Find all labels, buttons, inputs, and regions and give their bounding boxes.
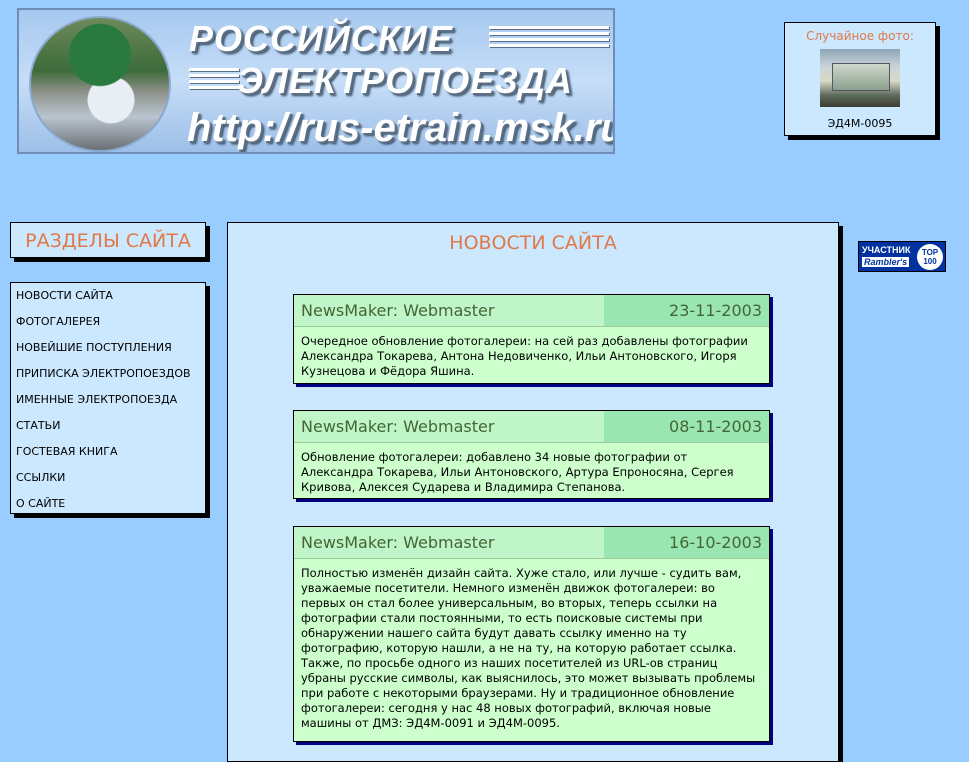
- sidebar-nav: НОВОСТИ САЙТА ФОТОГАЛЕРЕЯ НОВЕЙШИЕ ПОСТУ…: [10, 282, 206, 514]
- random-photo-title: Случайное фото:: [806, 29, 914, 43]
- site-logo-banner[interactable]: РОССИЙСКИЕ ЭЛЕКТРОПОЕЗДА http://rus-etra…: [17, 8, 615, 154]
- news-text: Полностью изменён дизайн сайта. Хуже ста…: [301, 566, 756, 730]
- sidebar-item-latest-additions[interactable]: НОВЕЙШИЕ ПОСТУПЛЕНИЯ: [11, 337, 205, 363]
- sidebar-heading: РАЗДЕЛЫ САЙТА: [10, 222, 206, 258]
- rambler-top100-icon: TOP 100: [917, 244, 943, 270]
- sidebar-item-links[interactable]: ССЫЛКИ: [11, 467, 205, 493]
- rambler-badge-line2: Rambler's: [862, 257, 910, 267]
- random-photo-thumbnail[interactable]: [820, 49, 900, 107]
- logo-title-line2: ЭЛЕКТРОПОЕЗДА: [237, 60, 573, 101]
- rambler-badge-line1: УЧАСТНИК: [862, 245, 911, 255]
- random-photo-box: Случайное фото: ЭД4М-0095: [784, 22, 936, 136]
- news-item: NewsMaker: Webmaster 08-11-2003 Обновлен…: [293, 410, 770, 499]
- news-item: NewsMaker: Webmaster 16-10-2003 Полность…: [293, 526, 770, 742]
- news-header: NewsMaker: Webmaster 08-11-2003: [294, 411, 769, 443]
- random-photo-caption: ЭД4М-0095: [827, 117, 893, 130]
- news-author: NewsMaker: Webmaster: [294, 295, 604, 326]
- rambler-top100-badge[interactable]: УЧАСТНИК Rambler's TOP 100: [858, 241, 946, 272]
- news-author: NewsMaker: Webmaster: [294, 411, 604, 442]
- page-title: НОВОСТИ САЙТА: [449, 232, 617, 254]
- logo-title-line1: РОССИЙСКИЕ: [189, 18, 453, 59]
- news-item: NewsMaker: Webmaster 23-11-2003 Очередно…: [293, 294, 770, 384]
- news-header: NewsMaker: Webmaster 23-11-2003: [294, 295, 769, 327]
- news-date: 23-11-2003: [604, 295, 769, 326]
- logo-stripes-right: [489, 26, 609, 50]
- news-author: NewsMaker: Webmaster: [294, 527, 604, 558]
- sidebar-item-about[interactable]: О САЙТЕ: [11, 493, 205, 519]
- logo-train-photo: [29, 16, 171, 152]
- news-header: NewsMaker: Webmaster 16-10-2003: [294, 527, 769, 559]
- news-text: Обновление фотогалереи: добавлено 34 нов…: [301, 450, 734, 494]
- main-news-panel: НОВОСТИ САЙТА NewsMaker: Webmaster 23-11…: [227, 222, 839, 762]
- news-date: 16-10-2003: [604, 527, 769, 558]
- sidebar-item-articles[interactable]: СТАТЬИ: [11, 415, 205, 441]
- sidebar-item-depot-assignment[interactable]: ПРИПИСКА ЭЛЕКТРОПОЕЗДОВ: [11, 363, 205, 389]
- sidebar-item-photogallery[interactable]: ФОТОГАЛЕРЕЯ: [11, 311, 205, 337]
- sidebar-item-guestbook[interactable]: ГОСТЕВАЯ КНИГА: [11, 441, 205, 467]
- sidebar-item-named-trains[interactable]: ИМЕННЫЕ ЭЛЕКТРОПОЕЗДА: [11, 389, 205, 415]
- sidebar-item-news[interactable]: НОВОСТИ САЙТА: [11, 285, 205, 311]
- news-text: Очередное обновление фотогалереи: на сей…: [301, 334, 748, 378]
- logo-url: http://rus-etrain.msk.ru: [187, 106, 615, 150]
- logo-stripes-left: [189, 68, 239, 92]
- news-date: 08-11-2003: [604, 411, 769, 442]
